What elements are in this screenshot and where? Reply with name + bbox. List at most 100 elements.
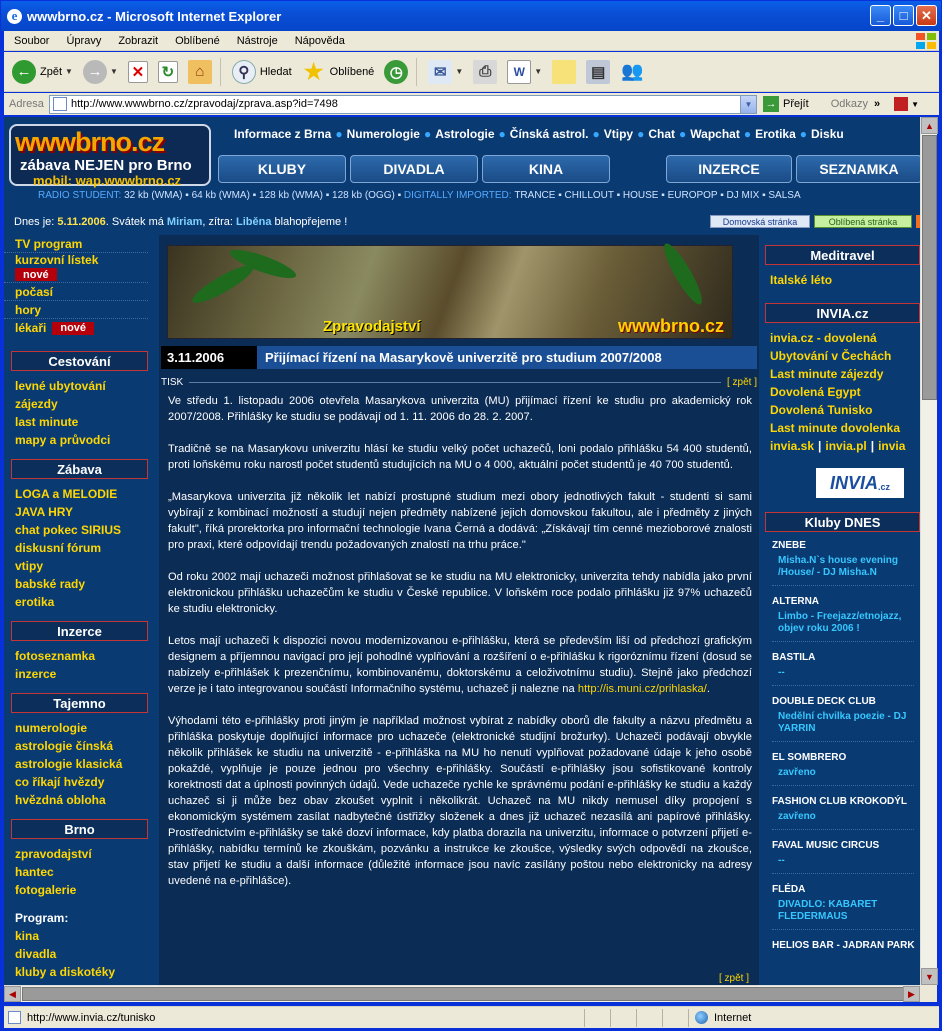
club-event[interactable]: zavřeno [772, 811, 920, 823]
club-name[interactable]: BASTILA [772, 650, 920, 664]
club-item[interactable]: DOUBLE DECK CLUB Nedělní chvilka poezie -… [765, 694, 920, 742]
club-name[interactable]: FLÉDA [772, 882, 920, 896]
link-invia-dovolena[interactable]: invia.cz - dovolená [765, 329, 920, 347]
club-item[interactable]: EL SOMBRERO zavřeno [765, 750, 920, 786]
link-erotika[interactable]: erotika [4, 593, 154, 611]
link-hory[interactable]: hory [4, 301, 148, 319]
search-button[interactable]: ⚲ Hledat [230, 56, 294, 88]
club-event[interactable]: DIVADLO: KABARET FLEDERMAUS [772, 899, 920, 923]
back-link-bottom[interactable]: [ zpět ] [719, 973, 749, 984]
chevron-down-icon[interactable]: ▼ [534, 67, 542, 76]
print-link[interactable]: TISK [161, 377, 183, 388]
topnav-informace[interactable]: Informace z Brna [234, 127, 331, 141]
link-invia[interactable]: invia [878, 439, 905, 453]
stop-button[interactable]: ✕ [126, 56, 150, 88]
horizontal-scrollbar[interactable]: ◀ ▶ [4, 985, 920, 1002]
link-tv-program[interactable]: TV program [4, 235, 148, 253]
prihlaska-link[interactable]: http://is.muni.cz/prihlaska/ [578, 683, 707, 695]
chevron-down-icon[interactable]: ▼ [911, 100, 919, 109]
link-kurzovni-listek[interactable]: kurzovní lístek [4, 253, 154, 267]
link-dovolena-egypt[interactable]: Dovolená Egypt [765, 383, 920, 401]
scroll-left-icon[interactable]: ◀ [4, 986, 21, 1002]
links-label[interactable]: Odkazy [831, 98, 868, 110]
link-kina[interactable]: kina [4, 927, 154, 945]
link-numerologie[interactable]: numerologie [4, 719, 154, 737]
link-invia-pl[interactable]: invia.pl [825, 439, 866, 453]
menu-zobrazit[interactable]: Zobrazit [108, 35, 165, 47]
chevron-down-icon[interactable]: ▼ [65, 67, 73, 76]
topnav-astrologie[interactable]: Astrologie [435, 127, 494, 141]
link-last-minute-zajezdy[interactable]: Last minute zájezdy [765, 365, 920, 383]
link-lekari[interactable]: lékaři [15, 321, 46, 335]
digitally-imported-links[interactable]: TRANCE ▪ CHILLOUT ▪ HOUSE ▪ EUROPOP ▪ DJ… [514, 190, 800, 201]
link-chat-pokec[interactable]: chat pokec SIRIUS [4, 521, 154, 539]
topnav-cinska[interactable]: Čínská astrol. [510, 127, 589, 141]
link-inzerce[interactable]: inzerce [4, 665, 154, 683]
link-mapy[interactable]: mapy a průvodci [4, 431, 154, 449]
link-astrologie-klasicka[interactable]: astrologie klasická [4, 755, 154, 773]
link-zajezdy[interactable]: zájezdy [4, 395, 154, 413]
link-invia-sk[interactable]: invia.sk [770, 439, 814, 453]
club-item[interactable]: FLÉDA DIVADLO: KABARET FLEDERMAUS [765, 882, 920, 930]
topnav-disku[interactable]: Disku [811, 127, 844, 141]
club-name[interactable]: ZNEBE [772, 538, 920, 552]
club-name[interactable]: ALTERNA [772, 594, 920, 608]
link-hantec[interactable]: hantec [4, 863, 154, 881]
tab-inzerce[interactable]: INZERCE [666, 155, 792, 183]
club-event[interactable]: -- [772, 667, 920, 679]
link-last-minute-dovolenka[interactable]: Last minute dovolenka [765, 419, 920, 437]
link-fotogalerie[interactable]: fotogalerie [4, 881, 154, 899]
address-value[interactable]: http://www.wwwbrno.cz/zpravodaj/zprava.a… [71, 98, 338, 110]
club-name[interactable]: FAVAL MUSIC CIRCUS [772, 838, 920, 852]
link-italske-leto[interactable]: Italské léto [765, 271, 920, 289]
club-item[interactable]: FASHION CLUB KROKODÝL zavřeno [765, 794, 920, 830]
back-button[interactable]: ← Zpět ▼ [10, 56, 75, 88]
favorite-button[interactable]: Oblíbená stránka [814, 215, 912, 228]
tab-divadla[interactable]: DIVADLA [350, 155, 478, 183]
chevron-down-icon[interactable]: ▼ [110, 67, 118, 76]
link-diskusni-forum[interactable]: diskusní fórum [4, 539, 154, 557]
topnav-chat[interactable]: Chat [648, 127, 675, 141]
home-button[interactable]: ⌂ [186, 56, 214, 88]
vertical-scrollbar[interactable]: ▲ ▼ [920, 117, 938, 985]
club-event[interactable]: Misha.N`s house evening /House/ - DJ Mis… [772, 555, 920, 579]
link-dovolena-tunisko[interactable]: Dovolená Tunisko [765, 401, 920, 419]
topnav-erotika[interactable]: Erotika [755, 127, 796, 141]
topnav-vtipy[interactable]: Vtipy [604, 127, 633, 141]
print-button[interactable]: ⎙ [471, 56, 499, 88]
mail-button[interactable]: ✉ ▼ [426, 56, 465, 88]
menu-soubor[interactable]: Soubor [4, 35, 56, 47]
club-item[interactable]: ALTERNA Limbo - Freejazz/etnojazz, objev … [765, 594, 920, 642]
tab-kina[interactable]: KINA [482, 155, 610, 183]
site-logo[interactable]: wwwbrno.cz zábava NEJEN pro Brno mobil: … [9, 124, 211, 188]
invia-logo[interactable]: INVIA .cz [816, 468, 904, 498]
link-levne-ubytovani[interactable]: levné ubytování [4, 377, 154, 395]
close-button[interactable]: ✕ [916, 5, 937, 26]
club-event[interactable]: Nedělní chvilka poezie - DJ YARRIN [772, 711, 920, 735]
link-divadla[interactable]: divadla [4, 945, 154, 963]
link-co-rikaji-hvezdy[interactable]: co říkají hvězdy [4, 773, 154, 791]
scroll-thumb[interactable] [922, 135, 937, 400]
research-button[interactable]: ▤ [584, 56, 612, 88]
link-zpravodajstvi[interactable]: zpravodajství [4, 845, 154, 863]
scroll-down-icon[interactable]: ▼ [921, 968, 938, 985]
discuss-button[interactable] [550, 56, 578, 88]
club-event[interactable]: -- [772, 855, 920, 867]
maximize-button[interactable]: □ [893, 5, 914, 26]
homepage-button[interactable]: Domovská stránka [710, 215, 810, 228]
club-item[interactable]: ZNEBE Misha.N`s house evening /House/ - D… [765, 538, 920, 586]
address-input[interactable]: http://www.wwwbrno.cz/zpravodaj/zprava.a… [49, 94, 757, 114]
link-fotoseznamka[interactable]: fotoseznamka [4, 647, 154, 665]
club-name[interactable]: EL SOMBRERO [772, 750, 920, 764]
radio-student-links[interactable]: 32 kb (WMA) ▪ 64 kb (WMA) ▪ 128 kb (WMA)… [124, 190, 401, 201]
menu-oblibene[interactable]: Oblíbené [165, 35, 227, 47]
topnav-numerologie[interactable]: Numerologie [347, 127, 420, 141]
club-item[interactable]: BASTILA -- [765, 650, 920, 686]
link-babske-rady[interactable]: babské rady [4, 575, 154, 593]
link-kluby[interactable]: kluby a diskotéky [4, 963, 154, 981]
link-astrologie-cinska[interactable]: astrologie čínská [4, 737, 154, 755]
minimize-button[interactable]: _ [870, 5, 891, 26]
club-item[interactable]: HELIOS BAR - JADRAN PARK [765, 938, 920, 952]
tab-seznamka[interactable]: SEZNAMKA [796, 155, 920, 183]
chevron-down-icon[interactable]: ▼ [455, 67, 463, 76]
